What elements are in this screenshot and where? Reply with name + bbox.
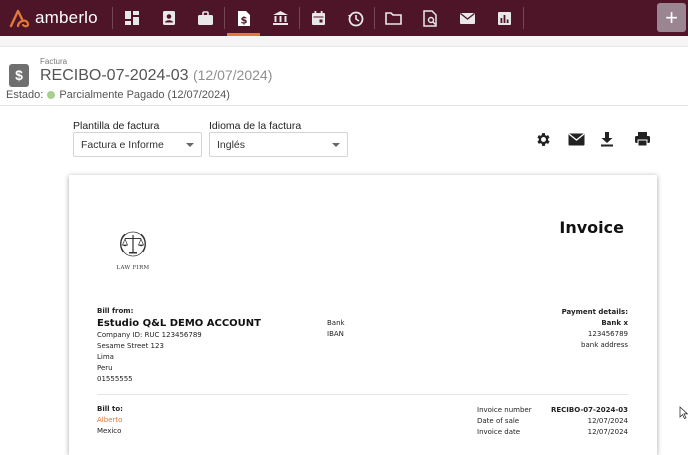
law-firm-logo-text: LAW FIRM [116, 265, 150, 271]
bill-from-line: Company ID: RUC 123456789 [97, 331, 202, 339]
bill-to-country: Mexico [97, 427, 122, 435]
settings-icon [536, 132, 550, 146]
settings-button[interactable] [533, 129, 553, 149]
bank-icon [273, 11, 288, 25]
email-invoice-button[interactable] [566, 129, 586, 149]
bill-from-line: Lima [97, 353, 114, 361]
search-document-icon [423, 9, 437, 27]
amberlo-logo-icon [9, 9, 30, 28]
chevron-down-icon [186, 143, 194, 147]
invoice-header: $ Factura RECIBO-07-2024-03 (12/07/2024)… [0, 36, 688, 106]
bank-line: IBAN [327, 330, 344, 338]
template-select-value: Factura e Informe [81, 138, 164, 151]
amberlo-logo[interactable]: amberlo [0, 8, 112, 28]
nav-time[interactable] [337, 0, 374, 36]
breadcrumb: Factura [40, 57, 68, 66]
invoice-number-title: RECIBO-07-2024-03 [40, 67, 189, 84]
invoice-icon: $ [237, 10, 250, 26]
bill-from-line: Peru [97, 364, 113, 372]
nav-calendar[interactable] [300, 0, 337, 36]
status-row: Estado: Parcialmente Pagado (12/07/2024) [6, 89, 230, 101]
folder-icon [385, 12, 402, 25]
meta-row-invoice-date: Invoice date 12/07/2024 [477, 427, 628, 438]
print-button[interactable] [632, 129, 652, 149]
bill-from-block: Bill from: Estudio Q&L DEMO ACCOUNT Comp… [97, 306, 261, 385]
nav-documents[interactable] [375, 0, 412, 36]
meta-value: 12/07/2024 [587, 417, 628, 425]
status-dot-icon [47, 91, 56, 99]
payment-details-block: Payment details: Bank x 123456789 bank a… [562, 307, 628, 351]
bill-from-company: Estudio Q&L DEMO ACCOUNT [97, 318, 261, 329]
app-name: amberlo [35, 8, 98, 27]
invoice-title-date: (12/07/2024) [192, 67, 273, 83]
reports-icon [498, 11, 511, 25]
meta-label: Date of sale [477, 417, 520, 425]
status-value: Parcialmente Pagado (12/07/2024) [59, 89, 230, 101]
payment-line: bank address [581, 341, 628, 349]
nav-banking[interactable] [262, 0, 299, 36]
mail-icon [460, 12, 475, 24]
page-title: RECIBO-07-2024-03 (12/07/2024) [40, 67, 272, 85]
template-label: Plantilla de factura [73, 120, 160, 132]
nav-search[interactable] [412, 0, 449, 36]
time-entry-icon [348, 11, 364, 26]
chevron-down-icon [332, 143, 340, 147]
payment-bank-name: Bank x [601, 319, 628, 327]
download-icon [601, 132, 613, 147]
calendar-icon [312, 11, 325, 25]
briefcase-icon [198, 10, 213, 25]
svg-text:$: $ [240, 15, 247, 26]
dashboard-icon [124, 11, 139, 25]
language-select[interactable]: Inglés [209, 132, 348, 157]
bill-to-label: Bill to: [97, 405, 123, 413]
template-select[interactable]: Factura e Informe [73, 132, 202, 157]
bill-from-line: Sesame Street 123 [97, 342, 164, 350]
bill-from-line: 01555555 [97, 375, 133, 383]
meta-label: Invoice date [477, 428, 521, 436]
invoice-heading: Invoice [559, 218, 624, 237]
nav-contacts[interactable] [150, 0, 187, 36]
invoice-meta-table: Invoice number RECIBO-07-2024-03 Date of… [477, 405, 628, 438]
law-firm-logo: LAW FIRM [113, 230, 153, 271]
meta-value: RECIBO-07-2024-03 [550, 406, 628, 414]
nav-invoices[interactable]: $ [225, 0, 262, 36]
payment-details-label: Payment details: [561, 308, 628, 316]
contacts-icon [162, 11, 175, 25]
meta-value: 12/07/2024 [587, 428, 628, 436]
language-label: Idioma de la factura [209, 120, 302, 132]
status-label: Estado: [6, 89, 44, 101]
add-new-button[interactable]: + [657, 3, 686, 32]
bank-block: Bank IBAN [327, 318, 345, 340]
nav-mail[interactable] [449, 0, 486, 36]
email-icon [568, 132, 584, 145]
download-button[interactable] [597, 129, 617, 149]
mouse-pointer-icon [679, 406, 688, 419]
nav-dashboard[interactable] [113, 0, 150, 36]
bill-to-block: Bill to: Alberto Mexico [97, 404, 123, 437]
bill-to-client-link[interactable]: Alberto [97, 415, 123, 426]
nav-divider [523, 7, 524, 29]
print-icon [634, 132, 650, 147]
meta-row-number: Invoice number RECIBO-07-2024-03 [477, 405, 628, 416]
bank-line: Bank [327, 319, 345, 327]
top-navigation-bar: amberlo $ + [0, 0, 688, 36]
scales-of-justice-icon [120, 231, 146, 257]
payment-line: 123456789 [587, 330, 628, 338]
meta-label: Invoice number [477, 406, 532, 414]
bill-from-label: Bill from: [97, 307, 134, 315]
section-divider [97, 394, 628, 395]
meta-row-sale-date: Date of sale 12/07/2024 [477, 416, 628, 427]
invoice-dollar-icon: $ [9, 64, 29, 87]
language-select-value: Inglés [217, 138, 246, 151]
invoice-preview: Invoice LAW FIRM Bill from: Estudio Q&L … [69, 175, 657, 455]
nav-matters[interactable] [187, 0, 224, 36]
nav-reports[interactable] [486, 0, 523, 36]
